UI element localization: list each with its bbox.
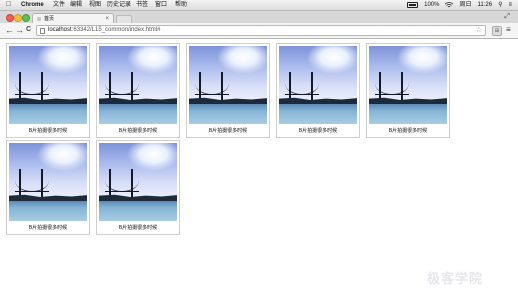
photo-card[interactable]: B片拍摄很多时候 — [96, 43, 180, 138]
address-url[interactable]: localhost:63342/L15_common/index.html# — [48, 26, 160, 35]
close-window-button[interactable] — [6, 14, 14, 22]
battery-percent: 100% — [424, 2, 440, 8]
menu-edit[interactable]: 编辑 — [70, 0, 82, 10]
menu-view[interactable]: 视图 — [89, 0, 101, 10]
bridge-photo — [369, 46, 447, 124]
photo-card[interactable]: B片拍摄很多时候 — [96, 140, 180, 235]
chrome-menu-icon[interactable]: ≡ — [506, 25, 511, 34]
bridge-photo — [99, 143, 177, 221]
menu-file[interactable]: 文件 — [53, 0, 65, 10]
photo-caption: B片拍摄很多时候 — [298, 128, 338, 134]
bridge-photo — [9, 143, 87, 221]
photo-card[interactable]: B片拍摄很多时候 — [276, 43, 360, 138]
menu-window[interactable]: 窗口 — [155, 0, 167, 10]
zoom-window-button[interactable] — [22, 14, 30, 22]
watermark-logo: 极客学院 — [427, 271, 484, 286]
photo-caption: B片拍摄很多时候 — [388, 128, 428, 134]
page-favicon-icon — [37, 17, 41, 21]
mac-menubar:  Chrome 文件 编辑 视图 历史记录 书签 窗口 帮助 100% 周日 … — [0, 0, 518, 11]
bridge-photo — [279, 46, 357, 124]
bookmark-star-icon[interactable]: ☆ — [476, 26, 482, 35]
forward-button[interactable]: → — [15, 25, 24, 35]
address-bar[interactable]: localhost:63342/L15_common/index.html# ☆ — [36, 25, 486, 36]
back-button[interactable]: ← — [5, 25, 14, 35]
menu-history[interactable]: 历史记录 — [107, 0, 131, 10]
bridge-photo — [9, 46, 87, 124]
menubar-day: 周日 — [459, 2, 472, 8]
page-content: B片拍摄很多时候 B片拍摄很多时候 B片拍摄很多时候 B片拍摄很多时候 B片拍摄很多时候… — [0, 39, 518, 290]
status-area: 100% 周日 11:26 ⚲ ≡ — [407, 0, 512, 10]
photo-caption: B片拍摄很多时候 — [28, 225, 68, 231]
photo-caption: B片拍摄很多时候 — [208, 128, 248, 134]
photo-caption: B片拍摄很多时候 — [118, 128, 158, 134]
fullscreen-icon[interactable]: ⤢ — [504, 13, 510, 21]
tab-strip: 首页 × ⤢ — [0, 11, 518, 25]
extension-icon[interactable]: ⊞ — [492, 26, 502, 36]
photo-card[interactable]: B片拍摄很多时候 — [6, 140, 90, 235]
reload-button[interactable]: C — [26, 25, 31, 35]
page-icon — [40, 28, 45, 34]
photo-card[interactable]: B片拍摄很多时候 — [366, 43, 450, 138]
menubar-time[interactable]: 11:26 — [478, 0, 493, 10]
address-host: localhost — [48, 27, 72, 33]
battery-icon[interactable] — [407, 2, 419, 8]
photo-caption: B片拍摄很多时候 — [118, 225, 158, 231]
photo-caption: B片拍摄很多时候 — [28, 128, 68, 134]
address-path: :63342/L15_common/index.html# — [71, 27, 161, 33]
apple-icon[interactable]:  — [6, 0, 11, 10]
menu-app-name[interactable]: Chrome — [21, 0, 44, 10]
browser-toolbar: ← → C localhost:63342/L15_common/index.h… — [0, 23, 518, 39]
menu-bookmarks[interactable]: 书签 — [136, 0, 148, 10]
photo-card[interactable]: B片拍摄很多时候 — [6, 43, 90, 138]
photo-card[interactable]: B片拍摄很多时候 — [186, 43, 270, 138]
notification-center-icon[interactable]: ≡ — [508, 0, 512, 10]
wifi-icon[interactable] — [445, 2, 454, 8]
bridge-photo — [189, 46, 267, 124]
spotlight-icon[interactable]: ⚲ — [498, 0, 502, 10]
menu-help[interactable]: 帮助 — [175, 0, 187, 10]
bridge-photo — [99, 46, 177, 124]
minimize-window-button[interactable] — [14, 14, 22, 22]
